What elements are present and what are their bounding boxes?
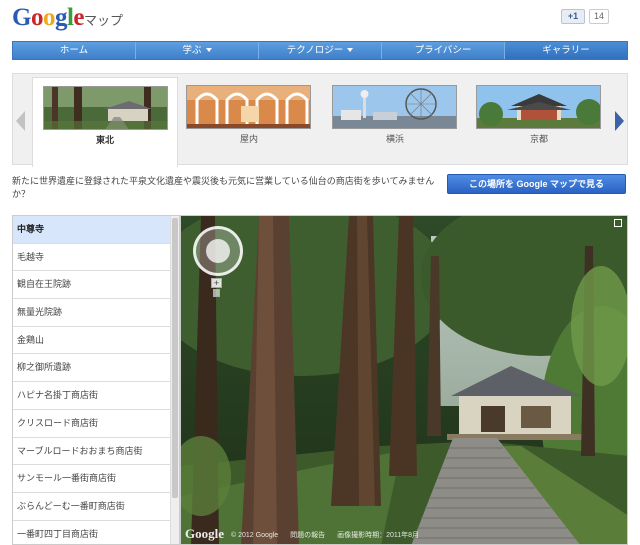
list-scrollbar[interactable]: [170, 216, 179, 544]
zoom-in-button[interactable]: +: [211, 278, 222, 288]
thumbnail-image: [186, 85, 311, 129]
street-view-panorama[interactable]: + Google © 2012 Google 問題の報告 画像撮影時期：2011…: [180, 215, 628, 545]
places-list: 中尊寺 毛越寺 観自在王院跡 無量光院跡 金鶏山 柳之御所遺跡 ハピナ名掛丁商店…: [12, 215, 180, 545]
scrollbar-thumb[interactable]: [172, 218, 178, 498]
gallery-carousel: 東北 屋内 横浜 京都: [12, 73, 628, 167]
list-item[interactable]: 観自在王院跡: [13, 271, 179, 300]
view-in-maps-button[interactable]: この場所を Google マップで見る: [447, 174, 626, 194]
capture-date: 画像撮影時期：2011年8月: [337, 532, 420, 539]
list-item[interactable]: サンモール一番街商店街: [13, 465, 179, 493]
logo-letter: g: [54, 4, 68, 31]
logo-letter: e: [73, 4, 85, 31]
carousel-prev-arrow-icon[interactable]: [16, 111, 25, 131]
list-item[interactable]: 一番町四丁目商店街: [13, 521, 179, 544]
panorama-image: [181, 216, 627, 544]
nav-item-privacy[interactable]: プライバシー: [382, 42, 505, 59]
nav-item-learn[interactable]: 学ぶ: [136, 42, 259, 59]
nav-item-technology[interactable]: テクノロジー: [259, 42, 382, 59]
list-item[interactable]: ぶらんどーむ一番町商店街: [13, 493, 179, 521]
carousel-next-arrow-icon[interactable]: [615, 111, 624, 131]
nav-item-label: プライバシー: [414, 45, 472, 56]
carousel-item-label: 京都: [529, 134, 548, 144]
streetview-credits: © 2012 Google 問題の報告 画像撮影時期：2011年8月: [231, 530, 429, 540]
logo-letter: o: [30, 4, 44, 31]
carousel-item-label: 横浜: [385, 134, 404, 144]
thumbnail-image: [332, 85, 457, 129]
list-item[interactable]: 無量光院跡: [13, 299, 179, 327]
list-item[interactable]: 中尊寺: [13, 216, 179, 244]
plusone-button[interactable]: +1: [561, 9, 585, 24]
header: Google マップ +1 14: [0, 0, 640, 38]
thumbnail-image: [43, 86, 168, 130]
list-item[interactable]: ハピナ名掛丁商店街: [13, 382, 179, 410]
copyright-text: © 2012 Google: [231, 532, 279, 539]
fullscreen-icon[interactable]: [614, 219, 622, 227]
nav-item-label: 学ぶ: [182, 45, 202, 56]
carousel-item-yokohama[interactable]: 横浜: [322, 77, 468, 163]
carousel-item-kyoto[interactable]: 京都: [466, 77, 612, 163]
list-item[interactable]: クリスロード商店街: [13, 410, 179, 438]
carousel-item-label: 屋内: [239, 134, 258, 144]
streetview-footer: Google © 2012 Google 問題の報告 画像撮影時期：2011年8…: [181, 526, 627, 544]
list-item[interactable]: 金鶏山: [13, 327, 179, 355]
plusone-count: 14: [589, 9, 609, 24]
chevron-down-icon: [347, 48, 354, 53]
gallery-description: 新たに世界遺産に登録された平泉文化遺産や震災後も元気に営業している仙台の商店街を…: [12, 176, 435, 199]
logo-letter: G: [12, 4, 31, 31]
carousel-item-tohoku[interactable]: 東北: [32, 77, 178, 167]
chevron-down-icon: [205, 48, 212, 53]
list-item[interactable]: 毛越寺: [13, 244, 179, 272]
google-watermark: Google: [185, 526, 224, 541]
nav-item-gallery[interactable]: ギャラリー: [505, 42, 627, 59]
list-item[interactable]: マーブルロードおおまち商店街: [13, 438, 179, 466]
zoom-slider[interactable]: [213, 289, 220, 297]
list-item[interactable]: 柳之御所遺跡: [13, 354, 179, 383]
thumbnail-image: [476, 85, 601, 129]
nav-item-label: ホーム: [59, 45, 89, 56]
google-logo[interactable]: Google: [12, 4, 84, 32]
main-nav: ホーム 学ぶ テクノロジー プライバシー ギャラリー: [12, 41, 628, 60]
carousel-item-label: 東北: [95, 135, 114, 145]
report-problem-link[interactable]: 問題の報告: [290, 532, 325, 539]
logo-letter: o: [42, 4, 56, 31]
compass-icon: [206, 239, 230, 263]
nav-item-home[interactable]: ホーム: [13, 42, 136, 59]
pan-control[interactable]: [193, 226, 243, 276]
nav-item-label: テクノロジー: [286, 45, 344, 56]
carousel-item-indoor[interactable]: 屋内: [176, 77, 322, 163]
nav-item-label: ギャラリー: [542, 45, 590, 56]
product-name: マップ: [84, 13, 124, 28]
